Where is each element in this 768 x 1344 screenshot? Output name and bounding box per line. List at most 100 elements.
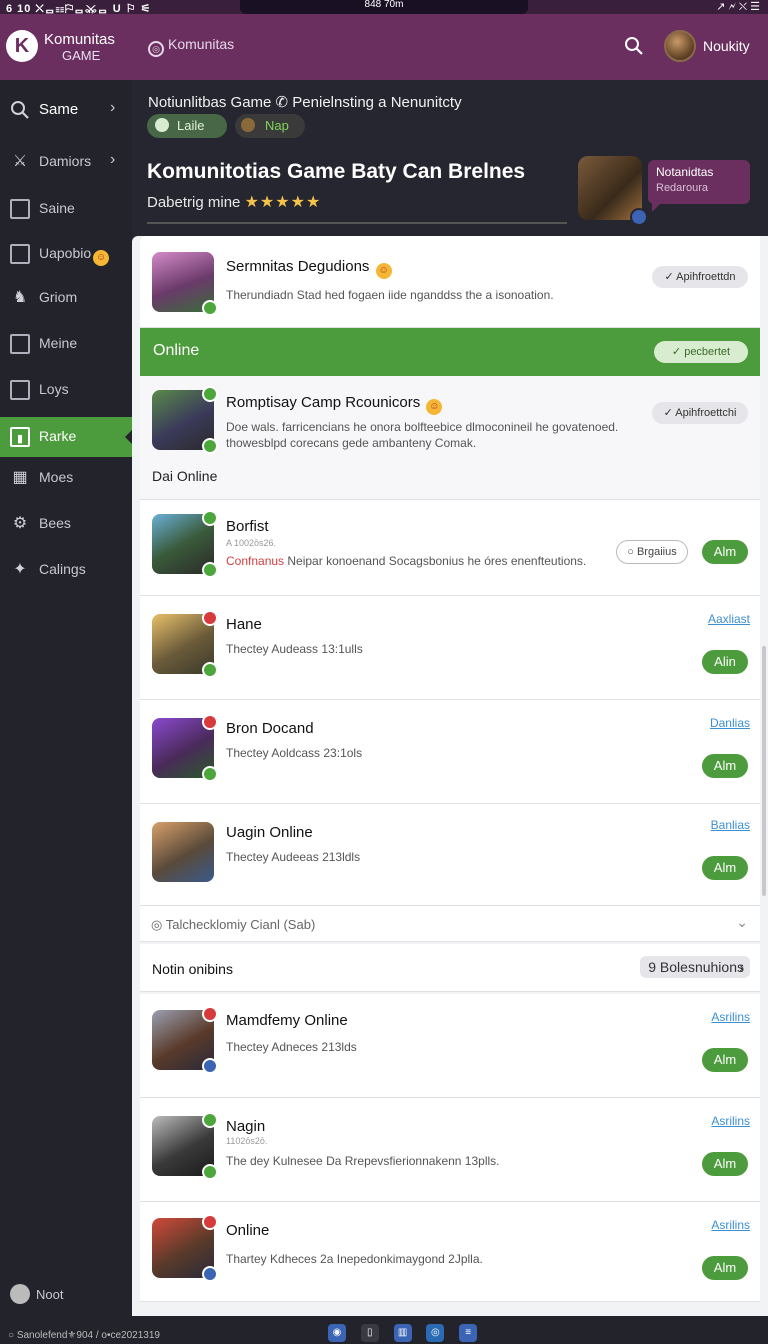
join-button[interactable]: Alm (702, 540, 748, 564)
wand-icon: ✦ (13, 561, 27, 578)
card-link[interactable]: Aaxliast (708, 612, 750, 626)
star-rating: ★★★★★ (244, 194, 322, 211)
sidebar-item-label: Bees (39, 515, 71, 531)
sidebar-item-griom[interactable]: ♞ Griom (0, 278, 132, 318)
card-link[interactable]: Danlias (710, 716, 750, 730)
card-desc: Thectey Adneces 213lds (226, 1040, 357, 1054)
chevron-down-icon: ⌄ (736, 914, 748, 930)
square-icon (10, 380, 30, 400)
status-dot-icon (202, 510, 218, 526)
card-title: Romptisay Camp Rcounicors ☺ (226, 394, 443, 415)
list-item[interactable]: Borfist A 1002ōs26. Confnanus Neipar kon… (140, 500, 760, 596)
panel-icon (10, 244, 30, 264)
sidebar-item-label: Meine (39, 335, 78, 351)
card-title-text: Romptisay Camp Rcounicors (226, 394, 421, 411)
game-thumbnail (152, 252, 218, 316)
see-more-label: 9 Bolesnuhions (648, 959, 744, 975)
user-avatar[interactable] (664, 30, 696, 62)
card-link[interactable]: Asrilins (711, 1010, 750, 1024)
chevron-right-icon: › (739, 959, 744, 975)
list-item[interactable]: Hane Thectey Audeass 13:1ulls Aaxliast A… (140, 596, 760, 700)
join-button[interactable]: Alm (702, 1048, 748, 1072)
sidebar-item-moes[interactable]: ▦ Moes (0, 458, 132, 498)
sidebar-item-meine[interactable]: Meine (0, 324, 132, 364)
featured-item[interactable]: Romptisay Camp Rcounicors ☺ Doe wals. fa… (140, 376, 760, 500)
sidebar-item-damiors[interactable]: ⚔ Damiors › (0, 142, 132, 182)
approve-badge[interactable]: ✓ Apihfroettdn (652, 266, 748, 288)
app-logo-icon[interactable]: K (6, 30, 38, 62)
join-button[interactable]: Alin (702, 650, 748, 674)
list-item[interactable]: Bron Docand Thectey Aoldcass 23:1ols Dan… (140, 700, 760, 804)
secondary-button[interactable]: ○ Brgaiius (616, 540, 688, 564)
game-thumbnail (152, 1214, 218, 1282)
sidebar-item-loys[interactable]: Loys (0, 370, 132, 410)
list-item[interactable]: Mamdfemy Online Thectey Adneces 213lds A… (140, 994, 760, 1098)
chip-nap[interactable]: Nap (235, 114, 305, 138)
top-nav-komunitas[interactable]: ◎ Komunitas (148, 36, 234, 57)
scrollbar[interactable] (762, 646, 766, 896)
card-meta: 1102ōs2ō. (226, 1136, 268, 1146)
online-label: Online (153, 342, 200, 359)
sidebar-item-same[interactable]: Same › (0, 90, 132, 130)
join-button[interactable]: Alm (702, 1256, 748, 1280)
section-title: Notin onibins (152, 961, 233, 977)
dock-camera-icon[interactable]: ◎ (426, 1324, 445, 1342)
tooltip-title: Notanidtas (656, 165, 714, 179)
page-subtitle: Dabetrig mine ★★★★★ (147, 192, 321, 212)
card-title: Online (226, 1222, 270, 1239)
emoji-badge-icon: ☺ (93, 250, 110, 266)
card-desc: Thectey Audeeas 213ldls (226, 850, 361, 864)
card-link[interactable]: Banlias (711, 818, 750, 832)
dock-doc-icon[interactable]: ▯ (360, 1324, 379, 1342)
join-button[interactable]: Alm (702, 856, 748, 880)
sidebar-item-uapobio[interactable]: Uapobio ☺ (0, 234, 132, 274)
join-button[interactable]: Alm (702, 1152, 748, 1176)
character-icon: ♞ (12, 289, 28, 306)
list-item[interactable]: Online Thartey Kdheces 2a Inepedonkimayg… (140, 1202, 760, 1302)
sidebar-footer[interactable]: Noot (10, 1284, 63, 1304)
sidebar-item-label: Uapobio ☺ (39, 245, 110, 266)
status-dot-icon (202, 438, 218, 454)
see-more-button[interactable]: 9 Bolesnuhions › (640, 956, 750, 978)
square-icon (10, 334, 30, 354)
game-thumbnail (152, 610, 218, 678)
chip-laile[interactable]: Laile (147, 114, 227, 138)
hero-game-image[interactable] (578, 156, 648, 226)
dock-grid-icon[interactable]: ▥ (393, 1324, 412, 1342)
gear-icon: ⚙ (12, 515, 28, 532)
dock: ◉ ▯ ▥ ◎ ≡ (328, 1324, 489, 1342)
card-title-text: Sermnitas Degudions (226, 258, 370, 275)
sidebar-item-rarke[interactable]: ▮ Rarke (0, 417, 133, 457)
approve-badge[interactable]: ✓ Apihfroettchi (652, 402, 748, 424)
username[interactable]: Noukity (703, 38, 750, 54)
search-icon (11, 101, 29, 119)
status-dot-icon (202, 1164, 218, 1180)
tooltip: Notanidtas Redaroura (648, 160, 750, 212)
columns-icon (10, 199, 30, 219)
dock-chat-icon[interactable]: ≡ (459, 1324, 478, 1342)
game-header: Notiunlitbas Game ✆ Penielnsting a Nenun… (132, 80, 768, 236)
list-item[interactable]: Uagin Online Thectey Audeeas 213ldls Ban… (140, 804, 760, 906)
list-item[interactable]: Sermnitas Degudions ☺ Therundiadn Stad h… (140, 236, 760, 328)
status-dot-icon (630, 208, 648, 226)
card-desc: Doe wals. farricencians he onora bolftee… (226, 420, 619, 434)
card-link[interactable]: Asrilins (711, 1114, 750, 1128)
search-icon[interactable] (624, 36, 644, 56)
online-section-header[interactable]: Online ✓ pecbertet (140, 328, 760, 376)
card-desc: thowesblpd corecans gede ambanteny Comak… (226, 436, 477, 450)
card-link[interactable]: Asrilins (711, 1218, 750, 1232)
join-button[interactable]: Alm (702, 754, 748, 778)
collapsible-row[interactable]: ◎ Talchecklomiy Cianl (Sab) ⌄ (140, 906, 760, 942)
status-dot-icon (202, 662, 218, 678)
online-pill[interactable]: ✓ pecbertet (654, 341, 748, 363)
dock-app-icon[interactable]: ◉ (328, 1324, 346, 1342)
sidebar-item-saine[interactable]: Saine (0, 189, 132, 229)
sidebar-item-label: Rarke (39, 428, 77, 444)
card-title: Borfist (226, 518, 269, 535)
chip-icon (241, 118, 255, 132)
emoji-badge-icon: ☺ (375, 263, 392, 279)
card-title: Nagin (226, 1118, 266, 1135)
sidebar-item-calings[interactable]: ✦ Calings (0, 550, 132, 590)
list-item[interactable]: Nagin 1102ōs2ō. The dey Kulnesee Da Rrep… (140, 1098, 760, 1202)
sidebar-item-bees[interactable]: ⚙ Bees (0, 504, 132, 544)
